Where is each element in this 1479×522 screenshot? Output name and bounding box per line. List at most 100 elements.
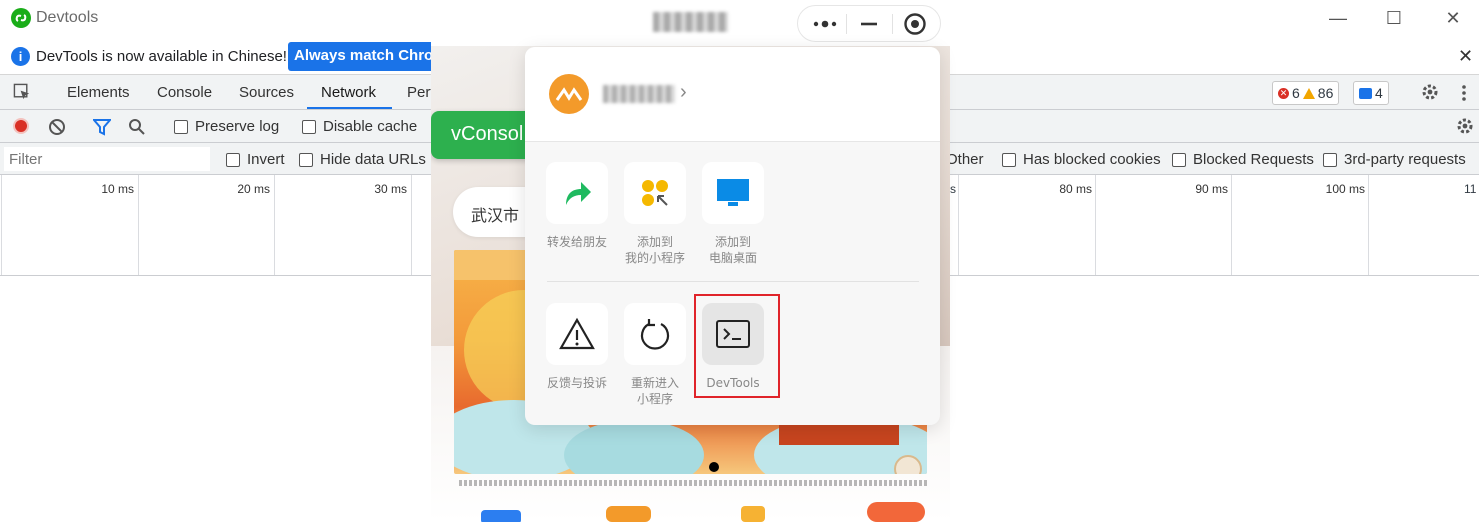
menu-label: 添加到 我的小程序 bbox=[624, 235, 685, 265]
invert-checkbox[interactable]: Invert bbox=[226, 151, 285, 168]
timeline-gridline bbox=[1231, 175, 1232, 275]
more-dots-icon[interactable] bbox=[812, 17, 840, 31]
capsule-menu bbox=[797, 5, 941, 42]
disable-cache-box[interactable] bbox=[302, 119, 316, 134]
exit-target-icon[interactable] bbox=[903, 12, 927, 36]
filter-input[interactable] bbox=[4, 147, 210, 171]
tab-network[interactable]: Network bbox=[321, 84, 376, 101]
warning-icon bbox=[1302, 87, 1315, 99]
tab-elements[interactable]: Elements bbox=[67, 84, 130, 101]
capsule-divider bbox=[846, 14, 847, 34]
timeline-tick-label: 20 ms bbox=[237, 182, 270, 196]
menu-add-to-my-miniprogram[interactable]: 添加到 我的小程序 bbox=[624, 162, 686, 266]
menu-reenter-miniprogram[interactable]: 重新进入 小程序 bbox=[624, 303, 686, 407]
type-filter-other[interactable]: Other bbox=[946, 151, 984, 168]
timeline-gridline bbox=[274, 175, 275, 275]
menu-add-to-desktop[interactable]: 添加到 电脑桌面 bbox=[702, 162, 764, 266]
timeline-tick-label: 90 ms bbox=[1195, 182, 1228, 196]
clear-icon[interactable] bbox=[48, 118, 66, 136]
always-match-button[interactable]: Always match Chrom bbox=[288, 42, 448, 71]
miniprogram-more-menu: › 转发给朋友 添加到 我的小程序 添加到 电脑桌面 反馈与投诉 重新进入 小程… bbox=[525, 47, 940, 425]
timeline-gridline bbox=[1, 175, 2, 275]
warning-count: 86 bbox=[1317, 85, 1334, 101]
reload-icon bbox=[624, 303, 686, 365]
disable-cache-checkbox[interactable]: Disable cache bbox=[302, 118, 417, 135]
inspect-element-icon[interactable] bbox=[13, 83, 32, 102]
messages-badge[interactable]: 4 bbox=[1353, 81, 1389, 105]
menu-label: 反馈与投诉 bbox=[546, 376, 607, 390]
timeline-gridline bbox=[958, 175, 959, 275]
third-party-requests-box[interactable] bbox=[1323, 152, 1337, 167]
menu-label: 重新进入 小程序 bbox=[630, 376, 679, 406]
menu-label: 添加到 电脑桌面 bbox=[708, 235, 757, 265]
message-count: 4 bbox=[1375, 85, 1383, 101]
more-options-icon[interactable] bbox=[1458, 83, 1470, 103]
maximize-button[interactable]: ☐ bbox=[1384, 8, 1404, 28]
app-logo-icon bbox=[11, 8, 31, 28]
error-count: 6 bbox=[1292, 85, 1300, 101]
disable-cache-label: Disable cache bbox=[323, 118, 418, 135]
hide-data-urls-label: Hide data URLs bbox=[320, 151, 426, 168]
carousel-indicator[interactable] bbox=[709, 462, 719, 472]
bottom-nav-badge[interactable] bbox=[867, 502, 925, 522]
record-button[interactable] bbox=[13, 118, 29, 134]
has-blocked-cookies-checkbox[interactable]: Has blocked cookies bbox=[1002, 151, 1161, 168]
infobar-close-button[interactable]: ✕ bbox=[1458, 46, 1473, 67]
menu-divider bbox=[547, 281, 919, 282]
hide-data-urls-checkbox[interactable]: Hide data URLs bbox=[299, 151, 426, 168]
capsule-divider bbox=[892, 14, 893, 34]
devtools-highlight-box bbox=[694, 294, 780, 398]
share-arrow-icon bbox=[546, 162, 608, 224]
active-tab-indicator bbox=[307, 107, 392, 109]
message-icon bbox=[1359, 87, 1372, 99]
minimize-capsule-icon[interactable] bbox=[859, 17, 879, 31]
has-blocked-cookies-label: Has blocked cookies bbox=[1023, 151, 1161, 168]
hide-data-urls-box[interactable] bbox=[299, 152, 313, 167]
desktop-monitor-icon bbox=[702, 162, 764, 224]
preserve-log-checkbox[interactable]: Preserve log bbox=[174, 118, 279, 135]
miniprogram-name-blurred bbox=[603, 85, 675, 103]
bottom-nav-icon[interactable] bbox=[741, 506, 765, 522]
error-icon: ✕ bbox=[1278, 87, 1289, 99]
minimize-button[interactable]: — bbox=[1328, 8, 1348, 28]
network-settings-gear-icon[interactable] bbox=[1455, 116, 1475, 136]
menu-feedback-complaint[interactable]: 反馈与投诉 bbox=[546, 303, 608, 391]
preserve-log-box[interactable] bbox=[174, 119, 188, 134]
infobar-message: DevTools is now available in Chinese! bbox=[36, 48, 287, 65]
blocked-requests-box[interactable] bbox=[1172, 152, 1186, 167]
bottom-nav-icon[interactable] bbox=[606, 506, 651, 522]
timeline-tick-label: 30 ms bbox=[374, 182, 407, 196]
menu-header[interactable]: › bbox=[525, 47, 940, 142]
blocked-requests-checkbox[interactable]: Blocked Requests bbox=[1172, 151, 1314, 168]
filter-funnel-icon[interactable] bbox=[93, 118, 111, 136]
tab-console[interactable]: Console bbox=[157, 84, 212, 101]
window-title: Devtools bbox=[36, 9, 99, 26]
settings-gear-icon[interactable] bbox=[1420, 82, 1440, 102]
menu-share-to-friends[interactable]: 转发给朋友 bbox=[546, 162, 608, 250]
miniprogram-navbar bbox=[431, 0, 950, 46]
blocked-requests-label: Blocked Requests bbox=[1193, 151, 1314, 168]
timeline-gridline bbox=[138, 175, 139, 275]
has-blocked-cookies-box[interactable] bbox=[1002, 152, 1016, 167]
timeline-tick-label: 100 ms bbox=[1325, 182, 1365, 196]
page-title-blurred bbox=[653, 12, 728, 32]
third-party-requests-checkbox[interactable]: 3rd-party requests bbox=[1323, 151, 1466, 168]
timeline-tick-label: 80 ms bbox=[1059, 182, 1092, 196]
bottom-nav-icon[interactable] bbox=[481, 510, 521, 522]
close-window-button[interactable]: ✕ bbox=[1443, 8, 1463, 28]
third-party-requests-label: 3rd-party requests bbox=[1344, 151, 1466, 168]
timeline-gridline bbox=[411, 175, 412, 275]
timeline-tick-label: s bbox=[950, 182, 956, 196]
invert-box[interactable] bbox=[226, 152, 240, 167]
tab-sources[interactable]: Sources bbox=[239, 84, 294, 101]
warning-triangle-icon bbox=[546, 303, 608, 365]
miniprogram-logo-icon bbox=[549, 74, 589, 114]
timeline-tick-label: 11 bbox=[1464, 182, 1477, 196]
invert-label: Invert bbox=[247, 151, 285, 168]
search-icon[interactable] bbox=[128, 118, 146, 136]
add-to-my-miniprogram-icon bbox=[624, 162, 686, 224]
poster-fine-print bbox=[459, 480, 929, 486]
issues-badge[interactable]: ✕ 6 86 bbox=[1272, 81, 1340, 105]
timeline-gridline bbox=[1095, 175, 1096, 275]
timeline-gridline bbox=[1368, 175, 1369, 275]
